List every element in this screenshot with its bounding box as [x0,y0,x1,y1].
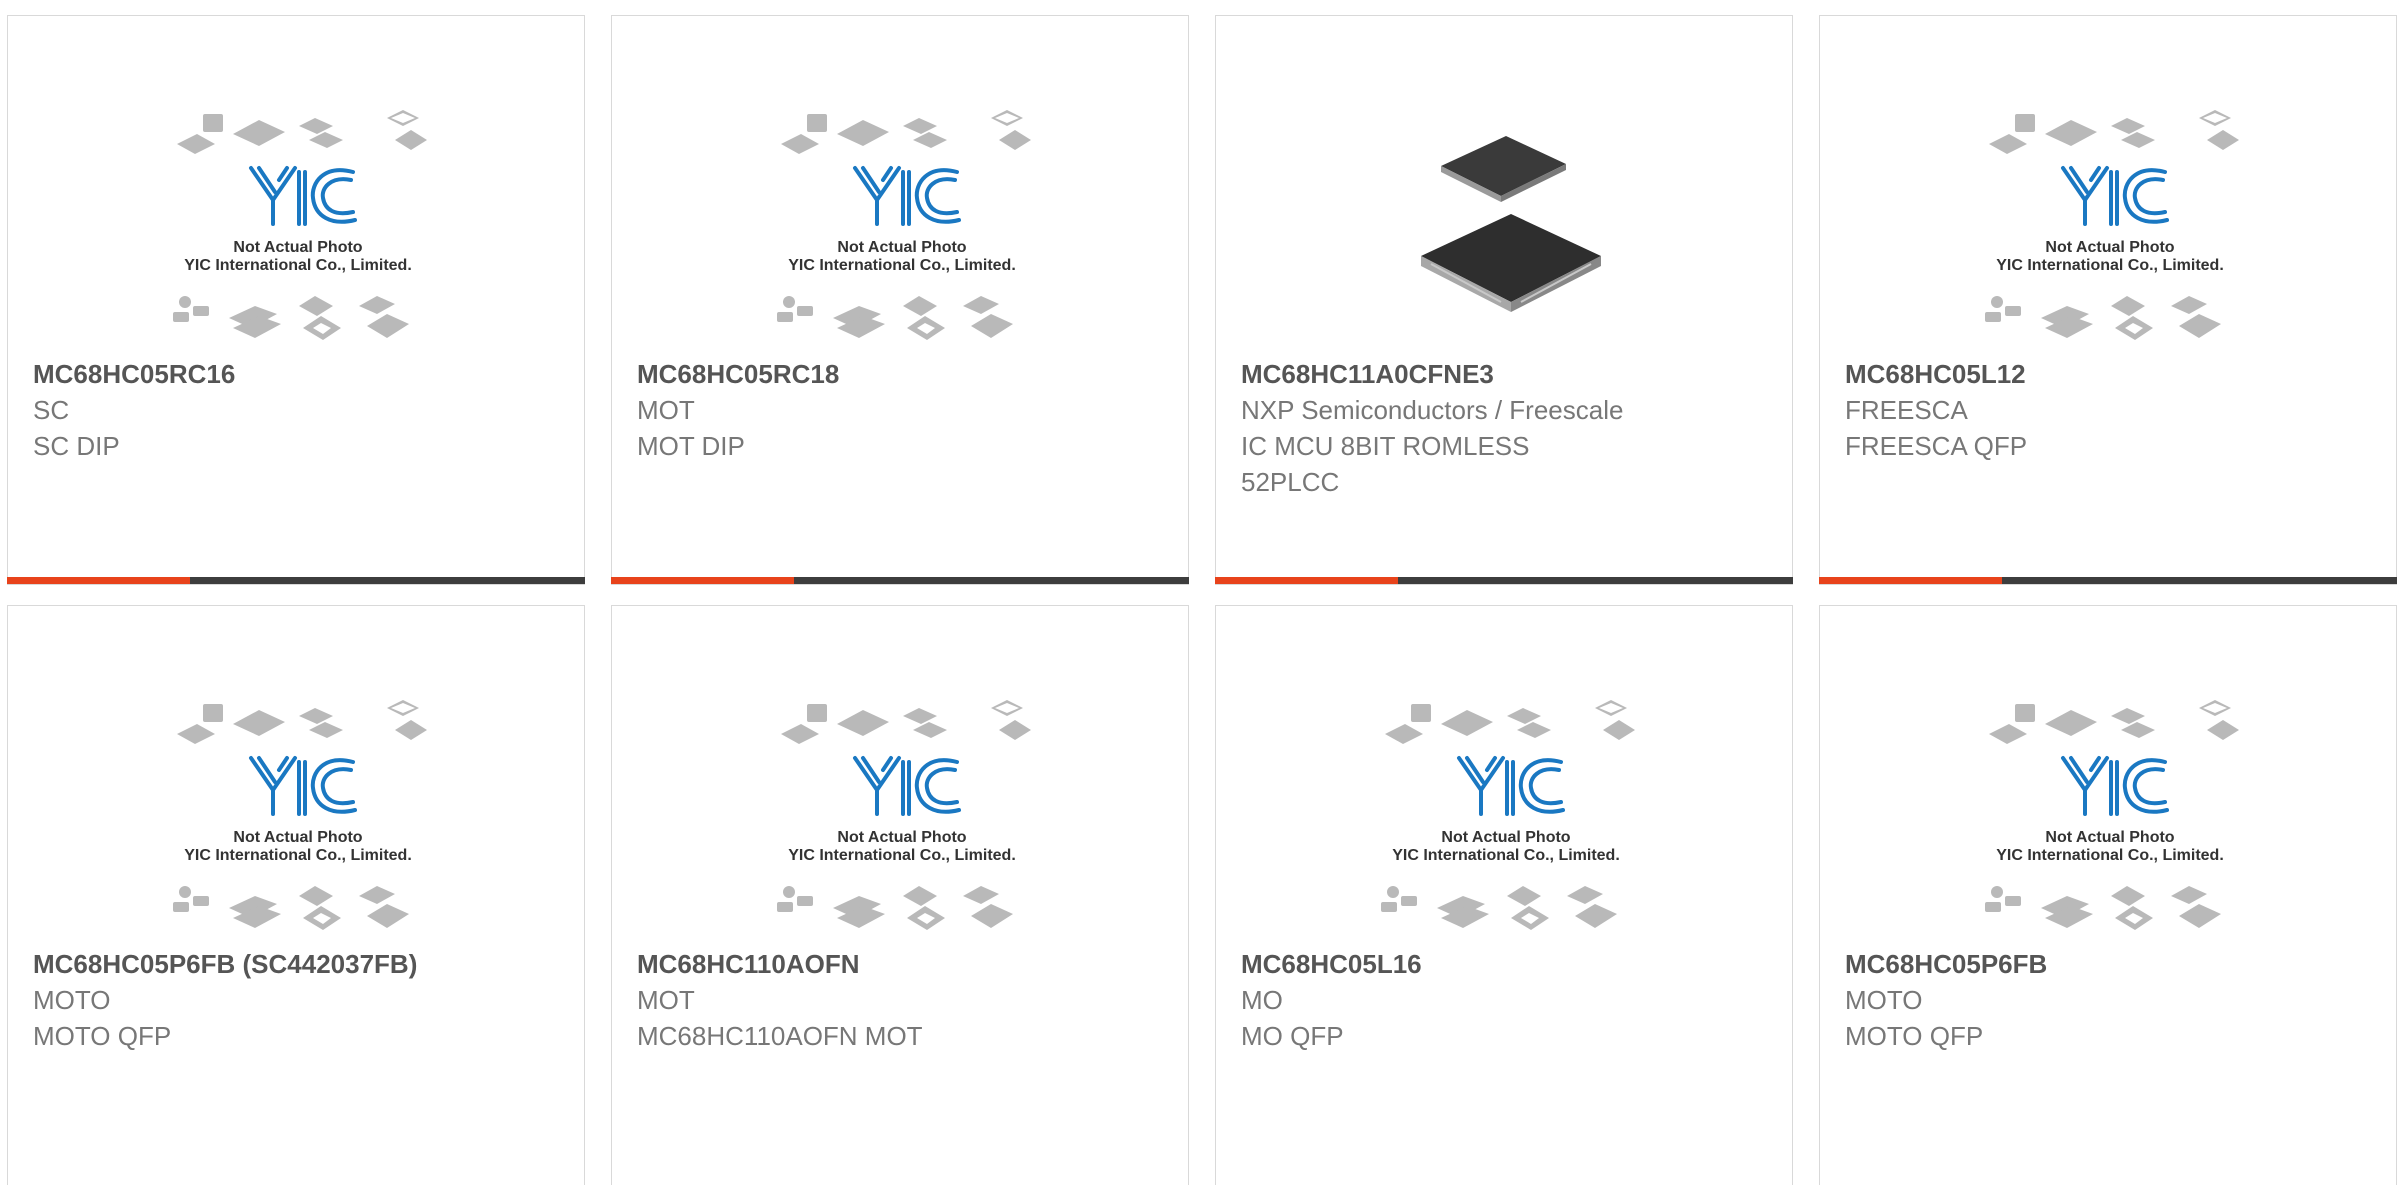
product-card[interactable]: MC68HC110AOFN MOT MC68HC110AOFN MOT [611,605,1189,1185]
card-footer-bar [7,577,585,584]
product-manufacturer: MOT [637,395,695,425]
product-description: MC68HC110AOFN MOT [637,1021,923,1051]
product-manufacturer: MO [1241,985,1283,1015]
product-description: MOT DIP [637,431,745,461]
card-footer-bar [1215,577,1793,584]
product-placeholder-image[interactable] [767,696,1037,946]
card-accent-bar [7,577,190,584]
product-manufacturer: MOT [637,985,695,1015]
product-placeholder-image[interactable] [163,106,433,356]
product-description: IC MCU 8BIT ROMLESS [1241,431,1530,461]
product-placeholder-image[interactable] [1975,106,2245,356]
product-part-number[interactable]: MC68HC05P6FB [1845,946,2376,982]
product-manufacturer: SC [33,395,70,425]
product-card[interactable]: MC68HC05P6FB MOTO MOTO QFP [1819,605,2397,1185]
card-accent-bar [611,577,794,584]
product-part-number[interactable]: MC68HC05L12 [1845,356,2376,392]
product-card[interactable]: MC68HC05P6FB (SC442037FB) MOTO MOTO QFP [7,605,585,1185]
card-accent-bar [1819,577,2002,584]
product-part-number[interactable]: MC68HC110AOFN [637,946,1168,982]
product-grid: MC68HC05RC16 SC SC DIP MC68HC05RC18 MOT … [0,0,2400,1185]
product-part-number[interactable]: MC68HC05L16 [1241,946,1772,982]
product-description: MOTO QFP [1845,1021,1984,1051]
product-part-number[interactable]: MC68HC05RC18 [637,356,1168,392]
product-card[interactable]: MC68HC05L16 MO MO QFP [1215,605,1793,1185]
product-description-continued: 52PLCC [1241,467,1340,497]
product-description: MOTO QFP [33,1021,172,1051]
product-description: MO QFP [1241,1021,1344,1051]
product-manufacturer: MOTO [1845,985,1923,1015]
card-footer-bar [1819,577,2397,584]
product-part-number[interactable]: MC68HC05RC16 [33,356,564,392]
product-chip-photo[interactable] [1371,106,1641,356]
card-accent-bar [1215,577,1398,584]
product-card[interactable]: MC68HC05L12 FREESCA FREESCA QFP [1819,15,2397,585]
product-card[interactable]: MC68HC05RC16 SC SC DIP [7,15,585,585]
product-placeholder-image[interactable] [767,106,1037,356]
product-manufacturer: MOTO [33,985,111,1015]
product-part-number[interactable]: MC68HC11A0CFNE3 [1241,356,1772,392]
product-placeholder-image[interactable] [1371,696,1641,946]
product-manufacturer: NXP Semiconductors / Freescale [1241,395,1624,425]
product-card[interactable]: MC68HC05RC18 MOT MOT DIP [611,15,1189,585]
product-placeholder-image[interactable] [1975,696,2245,946]
product-card[interactable]: MC68HC11A0CFNE3 NXP Semiconductors / Fre… [1215,15,1793,585]
product-description: FREESCA QFP [1845,431,2028,461]
product-part-number[interactable]: MC68HC05P6FB (SC442037FB) [33,946,564,982]
card-footer-bar [611,577,1189,584]
product-manufacturer: FREESCA [1845,395,1968,425]
product-description: SC DIP [33,431,120,461]
product-placeholder-image[interactable] [163,696,433,946]
